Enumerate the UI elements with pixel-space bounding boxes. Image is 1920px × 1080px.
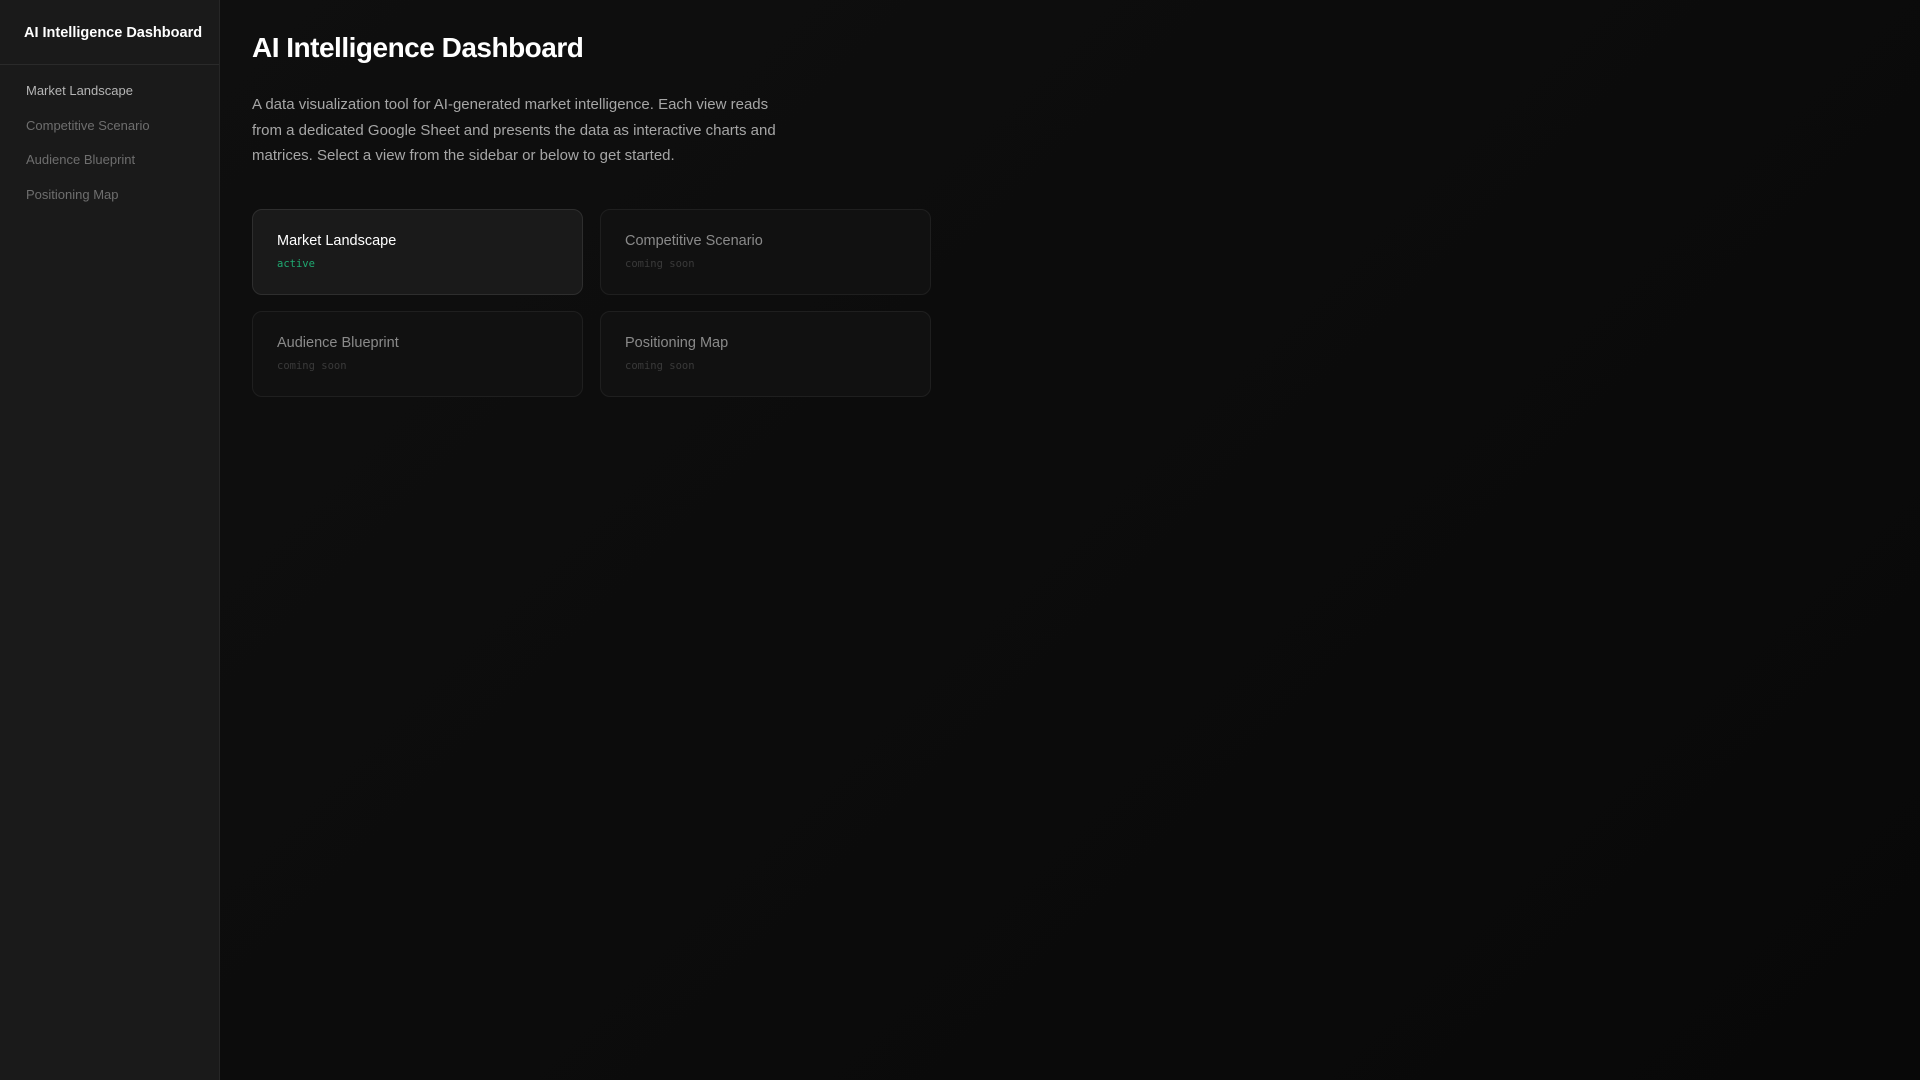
sidebar-item-positioning-map[interactable]: Positioning Map <box>0 187 219 222</box>
status-badge: coming soon <box>625 258 695 270</box>
page-title: AI Intelligence Dashboard <box>252 32 584 63</box>
card-market-landscape[interactable]: Market Landscape active <box>252 209 583 295</box>
card-title: Market Landscape <box>277 233 397 249</box>
card-title: Positioning Map <box>625 335 729 351</box>
card-title: Competitive Scenario <box>625 233 763 249</box>
card-audience-blueprint[interactable]: Audience Blueprint coming soon <box>252 311 583 397</box>
status-badge: active <box>277 258 315 270</box>
sidebar-item-audience-blueprint[interactable]: Audience Blueprint <box>0 152 219 187</box>
status-badge: coming soon <box>277 360 347 372</box>
sidebar-item-competitive-scenario[interactable]: Competitive Scenario <box>0 118 219 153</box>
sidebar: AI Intelligence Dashboard Market Landsca… <box>0 0 220 1080</box>
sidebar-title: AI Intelligence Dashboard <box>0 0 219 65</box>
sidebar-nav: Market Landscape Competitive Scenario Au… <box>0 65 219 221</box>
sidebar-item-market-landscape[interactable]: Market Landscape <box>0 83 219 118</box>
card-title: Audience Blueprint <box>277 335 399 351</box>
status-badge: coming soon <box>625 360 695 372</box>
page-description: A data visualization tool for AI-generat… <box>252 96 776 164</box>
main-content: AI Intelligence Dashboard A data visuali… <box>220 0 1920 1080</box>
card-positioning-map[interactable]: Positioning Map coming soon <box>600 311 931 397</box>
card-competitive-scenario[interactable]: Competitive Scenario coming soon <box>600 209 931 295</box>
